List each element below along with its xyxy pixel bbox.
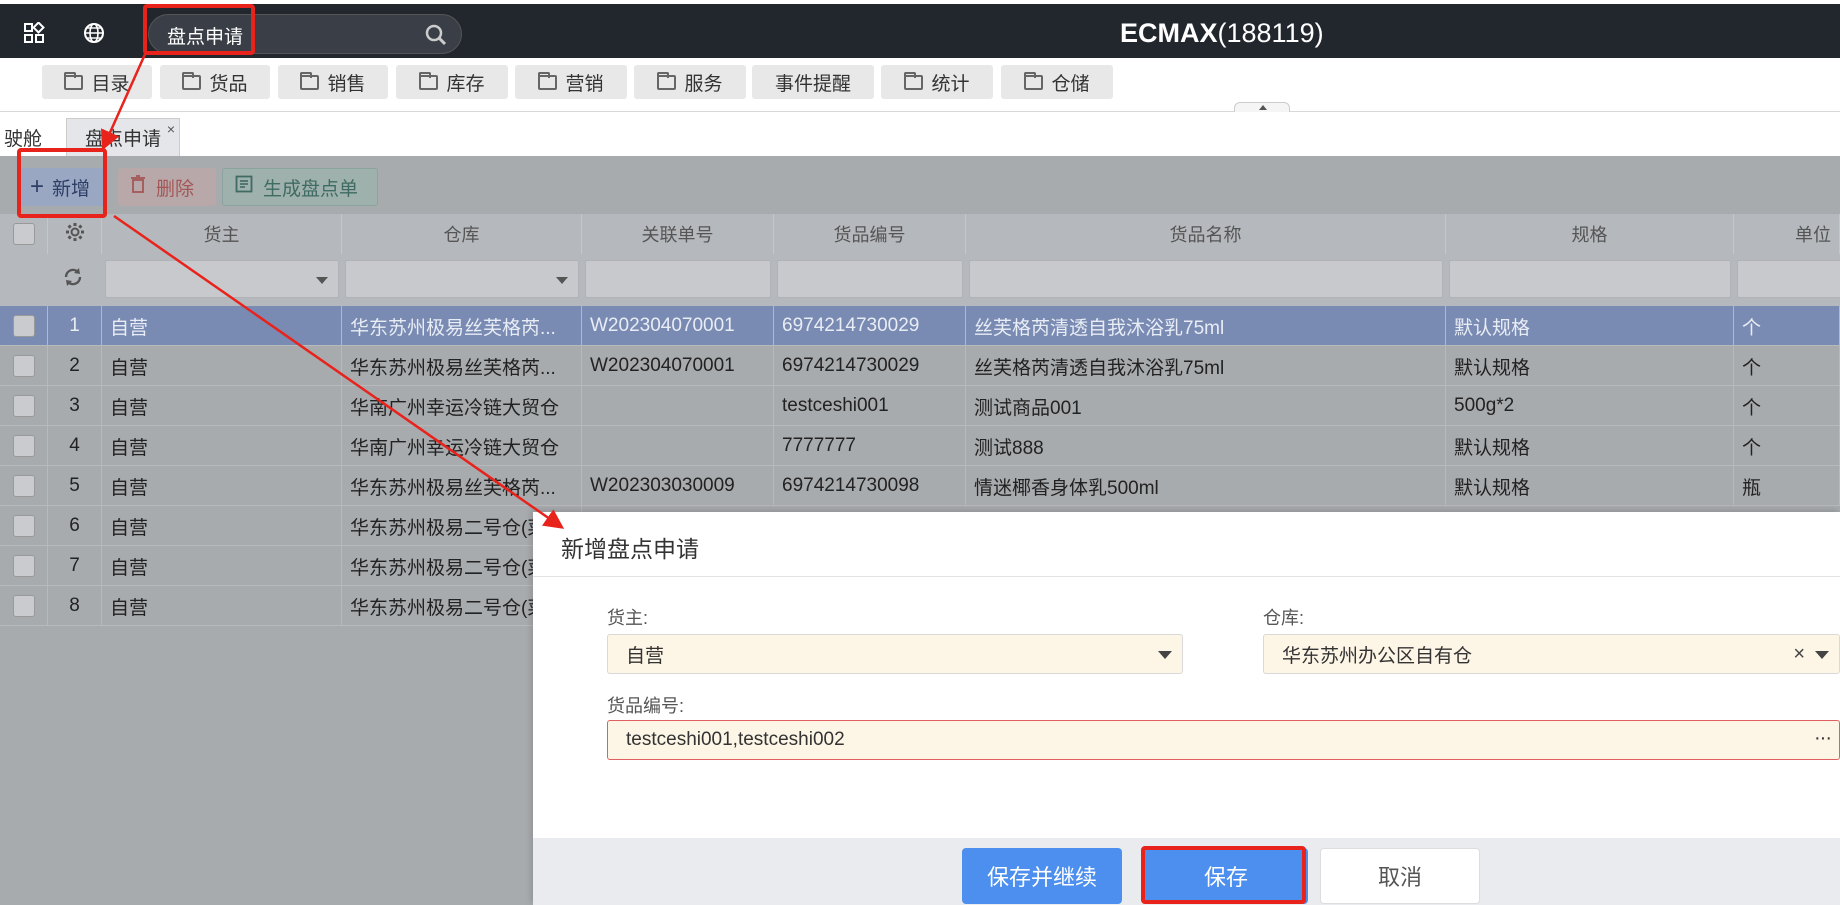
arrow-add-to-dialog: [113, 214, 565, 529]
annotation-arrows: [100, 51, 565, 529]
app-window: ECMAX(188119) 目录 货品 销售 库存 营销 服务 事件提醒 统计 …: [0, 0, 1840, 905]
arrow-search-to-add: [100, 51, 148, 151]
